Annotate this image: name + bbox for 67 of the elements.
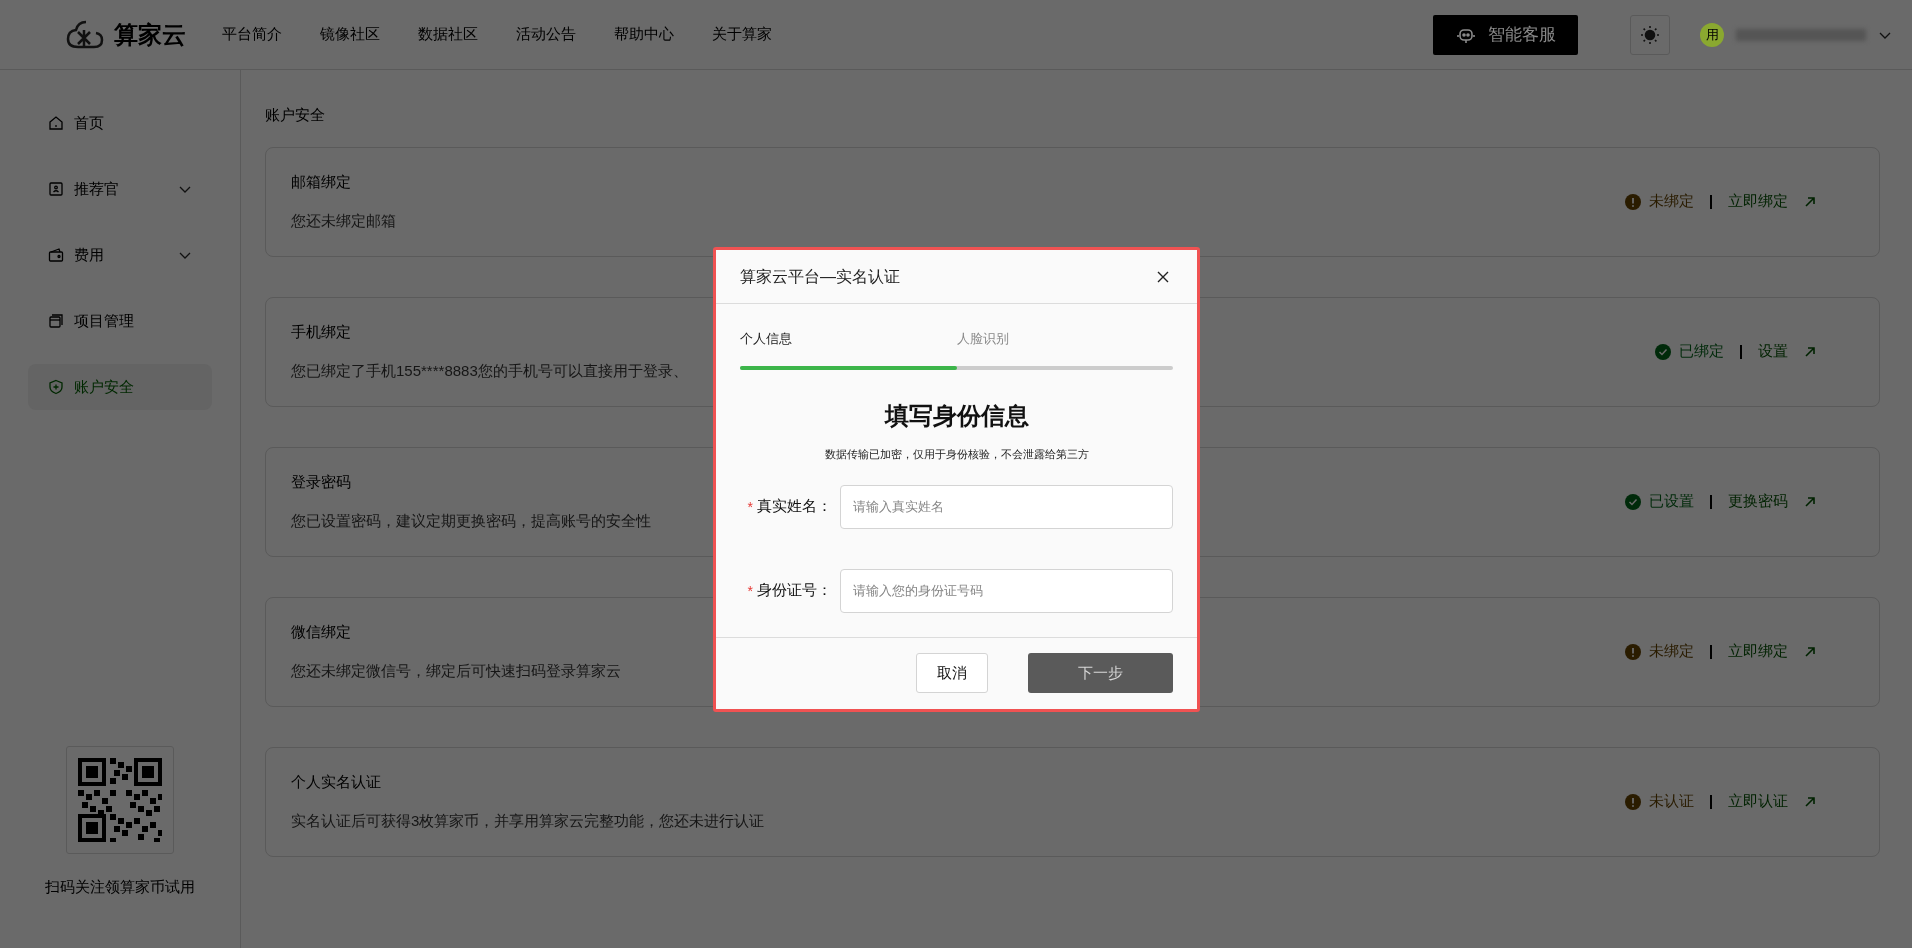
nav-link[interactable]: 活动公告 (516, 23, 576, 46)
nav-link[interactable]: 关于算家 (712, 23, 772, 46)
dialog-subtitle: 数据传输已加密，仅用于身份核验，不会泄露给第三方 (823, 447, 1090, 462)
cancel-button[interactable]: 取消 (916, 653, 988, 693)
card-title: 邮箱绑定 (291, 172, 352, 192)
arrow-up-right-icon (1804, 495, 1816, 508)
step-label: 个人信息 (740, 331, 792, 346)
card-description: 您已绑定了手机155****8883您的手机号可以直接用于登录、 (291, 360, 688, 381)
nav-link[interactable]: 平台简介 (222, 23, 282, 46)
exclamation-circle-icon (1625, 793, 1641, 810)
dialog-title: 算家云平台—实名认证 (740, 266, 900, 287)
sidebar-item[interactable]: 首页 (28, 100, 212, 146)
input-field[interactable]: 请输入真实姓名 (840, 484, 1173, 529)
nav-link[interactable]: 数据社区 (418, 23, 478, 46)
arrow-up-right-icon (1804, 345, 1816, 358)
shield-plus-icon (48, 379, 64, 395)
sidebar-item[interactable]: 推荐官 (28, 166, 212, 212)
action-link[interactable]: 立即绑定 (1728, 640, 1788, 663)
exclamation-circle-icon (1625, 193, 1641, 210)
next-button[interactable]: 下一步 (1028, 653, 1173, 693)
status-label: 已绑定 (1679, 341, 1724, 362)
id-card-icon (48, 181, 64, 197)
nav-link[interactable]: 帮助中心 (614, 23, 674, 46)
card-title: 微信绑定 (291, 622, 352, 642)
action-link[interactable]: 设置 (1758, 340, 1788, 363)
status-label: 已设置 (1649, 491, 1694, 512)
dialog-heading: 填写身份信息 (883, 401, 1030, 431)
sidebar-item[interactable]: 项目管理 (28, 298, 212, 344)
card-description: 实名认证后可获得3枚算家币，并享用算家云完整功能，您还未进行认证 (291, 810, 765, 831)
required-mark: * (747, 583, 753, 598)
card-title: 登录密码 (291, 472, 352, 492)
sidebar-item[interactable]: 费用 (28, 232, 212, 278)
support-button[interactable]: 智能客服 (1433, 14, 1578, 55)
step-label: 人脸识别 (956, 331, 1009, 346)
required-mark: * (747, 499, 753, 514)
card-description: 您已设置密码，建议定期更换密码，提高账号的安全性 (291, 510, 651, 531)
stacked-cards-icon (48, 313, 64, 329)
card-title: 个人实名认证 (291, 772, 382, 792)
sidebar-item[interactable]: 账户安全 (28, 364, 212, 410)
nav-link[interactable]: 镜像社区 (320, 23, 380, 46)
card-description: 您还未绑定微信号，绑定后可快速扫码登录算家云 (291, 660, 621, 681)
status-label: 未认证 (1649, 791, 1694, 812)
action-link[interactable]: 立即绑定 (1728, 190, 1788, 213)
arrow-up-right-icon (1804, 795, 1816, 808)
field-label: 真实姓名： (757, 496, 832, 517)
status-label: 未绑定 (1649, 191, 1694, 212)
theme-toggle-button[interactable] (1630, 14, 1670, 55)
avatar[interactable]: 用 (1700, 22, 1724, 47)
breadcrumb: 账户安全 (265, 105, 326, 125)
wallet-icon (48, 247, 64, 263)
house-icon (48, 115, 64, 131)
sun-icon (1640, 24, 1660, 45)
card-description: 您还未绑定邮箱 (291, 210, 396, 231)
close-icon (1157, 270, 1169, 283)
logo-text: 算家云 (114, 19, 186, 50)
action-link[interactable]: 立即认证 (1728, 790, 1788, 813)
qr-caption: 扫码关注领算家币试用 (45, 876, 195, 897)
check-circle-icon (1625, 493, 1641, 510)
exclamation-circle-icon (1625, 643, 1641, 660)
action-link[interactable]: 更换密码 (1728, 490, 1788, 513)
field-label: 身份证号： (757, 580, 832, 601)
check-circle-icon (1655, 343, 1671, 360)
input-field[interactable]: 请输入您的身份证号码 (840, 568, 1173, 613)
arrow-up-right-icon (1804, 645, 1816, 658)
card-title: 手机绑定 (291, 322, 352, 342)
arrow-up-right-icon (1804, 195, 1816, 208)
status-label: 未绑定 (1649, 641, 1694, 662)
